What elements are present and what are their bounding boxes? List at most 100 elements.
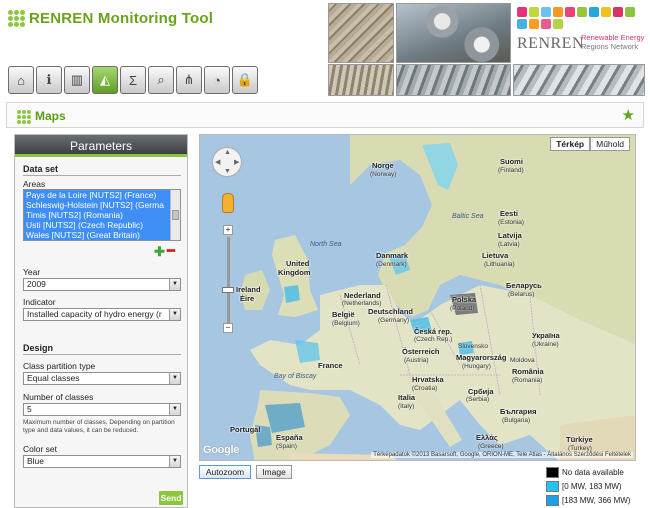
country-sublabel: (Bulgaria) bbox=[502, 417, 531, 424]
area-option[interactable]: Usti [NUTS2] (Czech Republic) bbox=[24, 220, 170, 230]
logo-square bbox=[541, 7, 551, 17]
toolbar-button-info[interactable]: ℹ bbox=[36, 66, 62, 94]
autozoom-button[interactable]: Autozoom bbox=[199, 465, 251, 479]
map-legend: No data available [0 MW, 183 MW) [183 MW, … bbox=[546, 466, 650, 508]
country-label: България bbox=[500, 407, 537, 416]
header: RENREN Monitoring Tool RENREN Renewable … bbox=[0, 0, 650, 98]
country-sublabel: (Austria) bbox=[404, 357, 429, 364]
partition-select[interactable]: Equal classes ▼ bbox=[23, 372, 181, 385]
zoom-slider-track[interactable] bbox=[227, 237, 230, 323]
zoom-slider-handle[interactable] bbox=[222, 287, 234, 293]
country-label: Portugal bbox=[230, 425, 261, 434]
toolbar-button-bar-chart[interactable]: ▥ bbox=[64, 66, 90, 94]
divider bbox=[23, 175, 181, 176]
pegman-icon[interactable] bbox=[222, 193, 234, 213]
country-label: Polska bbox=[452, 295, 477, 304]
chevron-down-icon[interactable]: ▼ bbox=[169, 404, 180, 415]
indicator-value: Installed capacity of hydro energy (r bbox=[27, 309, 162, 319]
toolbar-button-gauge[interactable]: ◔ bbox=[204, 66, 230, 94]
country-sublabel: (Denmark) bbox=[376, 261, 407, 268]
remove-area-icon[interactable]: ━ bbox=[167, 243, 175, 259]
header-photo bbox=[396, 3, 511, 63]
lock-icon: 🔒 bbox=[236, 72, 254, 87]
zoom-out-button[interactable]: − bbox=[223, 323, 233, 333]
country-sublabel: (Netherlands) bbox=[342, 300, 382, 307]
country-sublabel: (Spain) bbox=[276, 443, 297, 450]
toolbar-button-lock[interactable]: 🔒 bbox=[232, 66, 258, 94]
add-area-icon[interactable]: ✚ bbox=[154, 244, 165, 260]
chevron-down-icon[interactable]: ▼ bbox=[169, 456, 180, 467]
country-sublabel: (Greece) bbox=[478, 443, 504, 450]
google-logo[interactable]: Google bbox=[203, 444, 239, 456]
map-view[interactable]: Térkép Műhold ▲ ▼ ◀ ▶ + − North Sea Balt… bbox=[199, 134, 636, 461]
home-icon: ⌂ bbox=[17, 72, 25, 88]
toolbar-button-formula[interactable]: Σ bbox=[120, 66, 146, 94]
info-icon: ℹ bbox=[46, 72, 52, 87]
indicator-select[interactable]: Installed capacity of hydro energy (r ▼ bbox=[23, 308, 181, 321]
toolbar-button-telescope[interactable]: ⌕ bbox=[148, 66, 174, 94]
chevron-down-icon[interactable]: ▼ bbox=[169, 309, 180, 320]
country-sublabel: (Finland) bbox=[498, 167, 524, 174]
country-label: Kingdom bbox=[278, 268, 311, 277]
chevron-down-icon[interactable]: ▼ bbox=[169, 373, 180, 384]
country-sublabel: (Romania) bbox=[512, 377, 543, 384]
maps-section-bar: Maps ★ bbox=[6, 102, 644, 128]
areas-scrollbar[interactable] bbox=[170, 190, 180, 240]
country-label: Österreich bbox=[402, 347, 440, 356]
area-option[interactable]: Pays de la Loire [NUTS2] (France) bbox=[24, 190, 170, 200]
country-sublabel: (Norway) bbox=[370, 171, 397, 178]
country-sublabel: (Poland) bbox=[450, 305, 475, 312]
areas-listbox[interactable]: Pays de la Loire [NUTS2] (France) Schles… bbox=[23, 189, 181, 241]
map-canvas[interactable] bbox=[200, 135, 636, 461]
map-type-satellite-button[interactable]: Műhold bbox=[590, 137, 630, 151]
pan-right-icon[interactable]: ▶ bbox=[234, 158, 239, 166]
colorset-label: Color set bbox=[23, 444, 58, 454]
classes-select[interactable]: 5 ▼ bbox=[23, 403, 181, 416]
country-sublabel: (Serbia) bbox=[466, 396, 490, 403]
area-option[interactable]: Wales [NUTS2] (Great Britain) bbox=[24, 230, 170, 240]
logo-square bbox=[589, 7, 599, 17]
pan-control[interactable]: ▲ ▼ ◀ ▶ bbox=[212, 147, 242, 177]
pan-up-icon[interactable]: ▲ bbox=[224, 149, 231, 156]
sea-label: Baltic Sea bbox=[452, 213, 484, 220]
parameters-panel: Parameters Data set Areas Pays de la Loi… bbox=[14, 134, 188, 508]
logo-square bbox=[553, 7, 563, 17]
colorset-select[interactable]: Blue ▼ bbox=[23, 455, 181, 468]
zoom-in-button[interactable]: + bbox=[223, 225, 233, 235]
map-icon: ◭ bbox=[100, 72, 110, 87]
chevron-down-icon[interactable]: ▼ bbox=[169, 279, 180, 290]
toolbar-button-map[interactable]: ◭ bbox=[92, 66, 118, 94]
brand: RENREN Monitoring Tool bbox=[8, 10, 213, 27]
map-type-map-button[interactable]: Térkép bbox=[550, 137, 591, 151]
country-label: Беларусь bbox=[506, 281, 542, 290]
country-sublabel: Moldova bbox=[510, 357, 535, 364]
area-option[interactable]: Timis [NUTS2] (Romania) bbox=[24, 210, 170, 220]
area-option[interactable]: Schleswig-Holstein [NUTS2] (Germa bbox=[24, 200, 170, 210]
country-label: Éire bbox=[240, 294, 255, 303]
logo-square bbox=[613, 7, 623, 17]
network-icon: ⋔ bbox=[183, 72, 195, 87]
legend-label: No data available bbox=[562, 468, 624, 477]
send-button[interactable]: Send bbox=[159, 491, 183, 505]
map-attribution[interactable]: Térképadatok ©2013 Basarsoft, Google, OR… bbox=[371, 452, 633, 458]
logo-square bbox=[625, 7, 635, 17]
image-button[interactable]: Image bbox=[256, 465, 292, 479]
country-sublabel: (Italy) bbox=[398, 403, 415, 410]
legend-item: [183 MW, 366 MW) bbox=[546, 494, 650, 507]
country-sublabel: (Germany) bbox=[378, 317, 410, 324]
country-sublabel: (Czech Rep.) bbox=[414, 336, 453, 343]
pan-left-icon[interactable]: ◀ bbox=[215, 158, 220, 166]
country-label: Hrvatska bbox=[412, 375, 444, 384]
country-label: Norge bbox=[372, 161, 394, 170]
country-label: Danmark bbox=[376, 251, 409, 260]
app-title: RENREN Monitoring Tool bbox=[29, 10, 214, 27]
year-select[interactable]: 2009 ▼ bbox=[23, 278, 181, 291]
toolbar-button-network[interactable]: ⋔ bbox=[176, 66, 202, 94]
toolbar-button-home[interactable]: ⌂ bbox=[8, 66, 34, 94]
star-icon[interactable]: ★ bbox=[622, 106, 635, 124]
pan-down-icon[interactable]: ▼ bbox=[224, 168, 231, 175]
scrollbar-thumb[interactable] bbox=[172, 210, 179, 220]
logo-square bbox=[529, 7, 539, 17]
country-label: Magyarország bbox=[456, 353, 507, 362]
country-sublabel: Slovensko bbox=[458, 343, 488, 350]
